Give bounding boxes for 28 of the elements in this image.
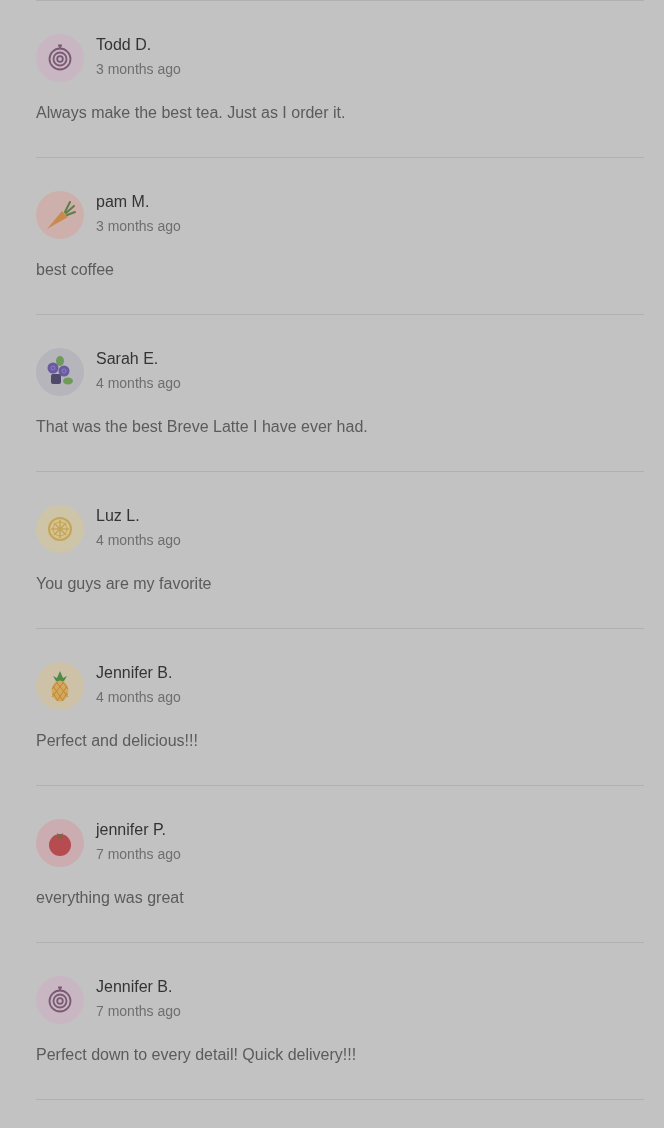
review-comment: everything was great	[36, 888, 185, 908]
blueberries-icon	[36, 348, 84, 396]
review-time: 3 months ago	[96, 217, 181, 236]
reviewer-name: Jennifer B.	[96, 663, 174, 683]
reviewer-name: Luz L.	[96, 506, 141, 526]
onion-icon	[36, 976, 84, 1024]
review-comment: Perfect down to every detail! Quick delivery!!!	[36, 1045, 358, 1065]
review-time: 4 months ago	[96, 374, 181, 393]
review-time: 7 months ago	[96, 1002, 181, 1021]
reviewer-name: Sarah E.	[96, 349, 160, 369]
carrot-icon	[36, 191, 84, 239]
lemon-slice-icon	[36, 505, 84, 553]
review-time: 4 months ago	[96, 531, 181, 550]
reviewer-name: jennifer P.	[96, 820, 167, 840]
pineapple-icon	[36, 662, 84, 710]
review-time: 4 months ago	[96, 688, 181, 707]
tomato-icon	[36, 819, 84, 867]
review-time: 7 months ago	[96, 845, 181, 864]
onion-icon	[36, 34, 84, 82]
review-comment: That was the best Breve Latte I have ever had.	[36, 417, 369, 437]
reviewer-name: pam M.	[96, 192, 151, 212]
review-time: 3 months ago	[96, 60, 181, 79]
review-comment: best coffee	[36, 260, 115, 280]
reviewer-name: Jennifer B.	[96, 977, 174, 997]
review-comment: Perfect and delicious!!!	[36, 731, 199, 751]
reviewer-name: Todd D.	[96, 35, 153, 55]
review-comment: You guys are my favorite	[36, 574, 213, 594]
review-comment: Always make the best tea. Just as I order it.	[36, 103, 347, 123]
